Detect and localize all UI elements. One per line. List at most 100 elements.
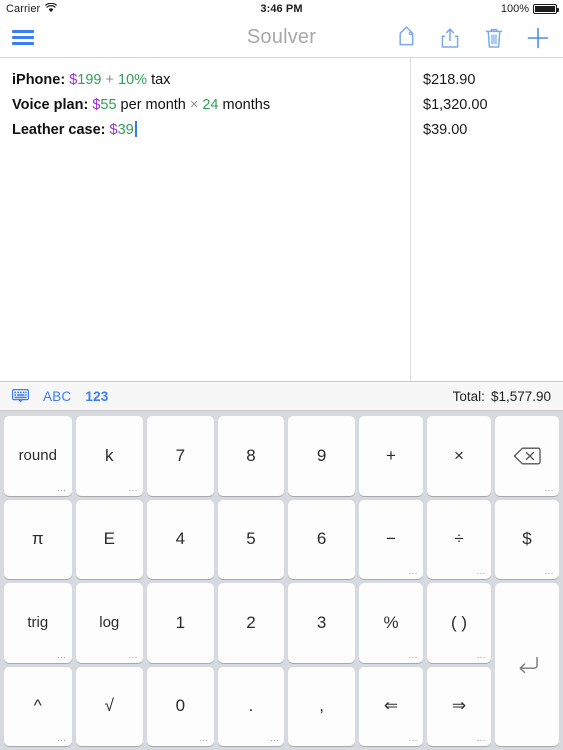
key-8[interactable]: 8 (217, 416, 285, 496)
key-label: , (319, 696, 325, 716)
key-pi[interactable]: π (4, 499, 72, 579)
line-result: $1,320.00 (423, 97, 488, 113)
key-3[interactable]: 3 (288, 583, 355, 663)
key-2[interactable]: 2 (217, 583, 285, 663)
key-minus[interactable]: − ⋯ (359, 499, 423, 579)
battery-percent-label: 100% (500, 3, 529, 15)
editor-area[interactable]: iPhone: $199 + 10% tax Voice plan: $55 pe… (0, 58, 563, 381)
key-comma[interactable]: , (288, 666, 355, 746)
key-more-indicator: ⋯ (199, 735, 209, 745)
plus-icon[interactable] (525, 24, 551, 52)
token-op: + (101, 72, 119, 88)
key-dollar[interactable]: $ ⋯ (495, 499, 559, 579)
key-label: 0 (175, 696, 186, 716)
key-arrow-right[interactable]: ⇒ ⋯ (427, 666, 491, 746)
expression-lines[interactable]: iPhone: $199 + 10% tax Voice plan: $55 pe… (0, 58, 410, 381)
key-label: 6 (316, 529, 327, 549)
key-label: 1 (175, 612, 186, 632)
key-9[interactable]: 9 (288, 416, 355, 496)
key-more-indicator: ⋯ (476, 651, 486, 662)
key-label: π (31, 529, 44, 549)
trash-icon[interactable] (481, 24, 507, 52)
key-more-indicator: ⋯ (408, 568, 418, 578)
backspace-icon (513, 446, 541, 466)
key-round[interactable]: round ⋯ (4, 416, 72, 496)
key-log[interactable]: log ⋯ (75, 583, 143, 663)
expression-line[interactable]: Voice plan: $55 per month × 24 months (12, 93, 398, 118)
key-more-indicator: ⋯ (544, 568, 554, 578)
key-more-indicator: ⋯ (128, 484, 138, 495)
share-icon[interactable] (437, 24, 463, 52)
nav-actions (393, 24, 551, 52)
keyboard-icon[interactable] (12, 389, 29, 403)
results-column: $218.90 $1,320.00 $39.00 (411, 58, 563, 381)
line-label: Voice plan: (12, 97, 93, 113)
line-label: Leather case: (12, 122, 110, 138)
key-label: % (383, 612, 399, 632)
numeric-keyboard: round ⋯ k ⋯ π Etrig ⋯ log ⋯ ^ ⋯ √ 7 8 9 4 5 6 1 2 3 0 ⋯. ⋯, + ×… (0, 411, 563, 750)
key-1[interactable]: 1 (147, 583, 214, 663)
key-parentheses[interactable]: ( ) ⋯ (427, 583, 491, 663)
key-label: − (386, 529, 396, 549)
token-txt: months (218, 97, 271, 113)
key-caret[interactable]: ^ ⋯ (4, 666, 72, 746)
keyboard-group-functions: round ⋯ k ⋯ π Etrig ⋯ log ⋯ ^ ⋯ √ (4, 416, 143, 746)
key-percent[interactable]: % ⋯ (359, 583, 423, 663)
token-num: % (134, 72, 148, 88)
key-sqrt[interactable]: √ (75, 666, 143, 746)
token-txt: tax (147, 72, 171, 88)
key-7[interactable]: 7 (147, 416, 214, 496)
soulver-app: Carrier 3:46 PM 100% Soulver iPhone: $19… (0, 0, 563, 750)
key-trig[interactable]: trig ⋯ (4, 583, 72, 663)
keyboard-mode-abc[interactable]: ABC (43, 389, 71, 404)
key-label: × (454, 445, 464, 465)
token-cur: $ (109, 122, 118, 138)
key-0[interactable]: 0 ⋯ (147, 666, 214, 746)
key-more-indicator: ⋯ (408, 735, 418, 745)
key-label: ^ (33, 696, 42, 716)
key-label: 4 (175, 529, 186, 549)
return-icon (514, 654, 540, 676)
key-label: $ (522, 529, 532, 549)
key-6[interactable]: 6 (288, 499, 355, 579)
total-display: Total: $1,577.90 (453, 389, 551, 404)
key-more-indicator: ⋯ (476, 568, 486, 578)
keyboard-group-numbers: 7 8 9 4 5 6 1 2 3 0 ⋯. ⋯, (147, 416, 355, 746)
key-more-indicator: ⋯ (128, 651, 138, 662)
hamburger-menu-icon[interactable] (12, 27, 38, 48)
key-k[interactable]: k ⋯ (75, 416, 143, 496)
nav-bar: Soulver (0, 18, 563, 58)
key-multiply[interactable]: × (427, 416, 491, 496)
token-txt: per month (116, 97, 190, 113)
key-backspace[interactable]: ⋯ (495, 416, 559, 496)
line-result: $218.90 (423, 72, 476, 88)
key-label: log (99, 614, 120, 632)
key-label: √ (104, 696, 114, 716)
key-arrow-left[interactable]: ⇐ ⋯ (359, 666, 423, 746)
tag-icon[interactable] (393, 24, 419, 52)
key-decimal[interactable]: . ⋯ (217, 666, 285, 746)
expression-line[interactable]: Leather case: $39 (12, 118, 398, 143)
line-label: iPhone: (12, 72, 70, 88)
key-label: ⇒ (451, 696, 467, 716)
key-plus[interactable]: + (359, 416, 423, 496)
token-num: 24 (198, 97, 219, 113)
expression-line[interactable]: iPhone: $199 + 10% tax (12, 68, 398, 93)
key-more-indicator: ⋯ (57, 735, 67, 745)
key-divide[interactable]: ÷ ⋯ (427, 499, 491, 579)
key-more-indicator: ⋯ (269, 735, 280, 745)
keyboard-mode-123[interactable]: 123 (85, 389, 108, 404)
status-bar-time: 3:46 PM (260, 3, 303, 15)
key-label: 8 (246, 445, 256, 465)
key-return[interactable] (495, 583, 559, 746)
total-value: $1,577.90 (490, 388, 551, 404)
key-e[interactable]: E (75, 499, 143, 579)
token-num: 10 (118, 72, 135, 88)
keyboard-group-operators: + × ⋯ − ⋯ ÷ ⋯ $ ⋯% ⋯( ) ⋯ ⇐ ⋯ ⇒ ⋯ (359, 416, 559, 746)
key-label: E (103, 529, 115, 549)
key-label: ⇐ (383, 696, 399, 716)
key-5[interactable]: 5 (217, 499, 285, 579)
key-label: 2 (246, 612, 256, 632)
key-4[interactable]: 4 (147, 499, 214, 579)
token-num: 199 (77, 72, 102, 88)
